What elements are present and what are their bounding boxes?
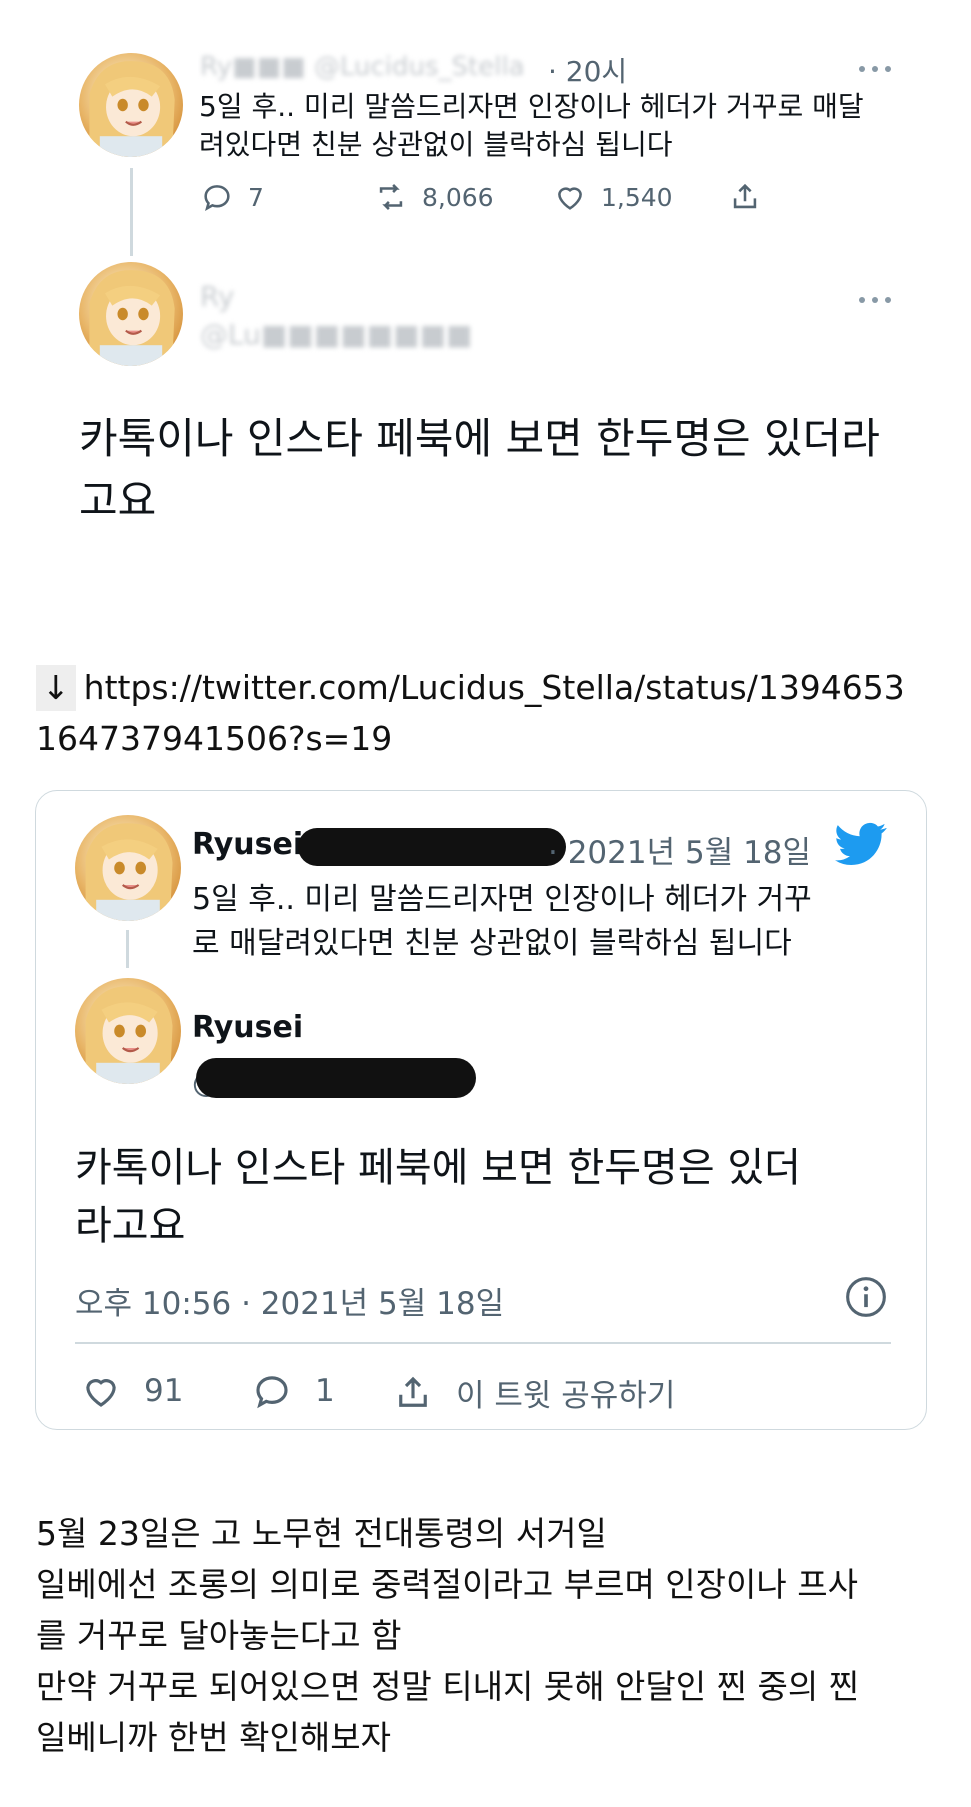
tweet-text-line: 카톡이나 인스타 페북에 보면 한두명은 있더 [75, 1145, 801, 1191]
share-label: 이 트윗 공유하기 [456, 1378, 676, 1414]
tweet-link[interactable]: ↓ https://twitter.com/Lucidus_Stella/stat… [36, 665, 905, 711]
tweet-text-line: 5일 후.. 미리 말씀드리자면 인장이나 헤더가 거꾸로 매달 [199, 90, 864, 123]
author-name[interactable]: Ryusei [192, 827, 303, 862]
retweet-button[interactable]: 8,066 [374, 180, 494, 214]
thread-connector [130, 168, 133, 256]
like-count: 1,540 [601, 182, 673, 212]
reply-button[interactable]: 1 [251, 1370, 335, 1412]
anime-avatar-image [85, 823, 173, 921]
redaction-mark [196, 1058, 476, 1098]
post-body-line: 5월 23일은 고 노무현 전대통령의 서거일 [36, 1514, 607, 1553]
reply-button[interactable]: 7 [200, 180, 264, 214]
tweet-text-line: 카톡이나 인스타 페북에 보면 한두명은 있더라 [79, 414, 880, 463]
retweet-icon [379, 184, 403, 210]
heart-icon [86, 1379, 116, 1407]
share-icon [733, 183, 757, 209]
anime-avatar-image [89, 61, 175, 157]
link-url-line[interactable]: 164737941506?s=19 [36, 716, 392, 762]
twitter-bird-icon[interactable] [832, 818, 890, 870]
tweet-text-line: 려있다면 친분 상관없이 블락하심 됩니다 [199, 128, 673, 161]
retweet-count: 8,066 [422, 182, 494, 212]
tweet-text-line: 5일 후.. 미리 말씀드리자면 인장이나 헤더가 거꾸 [192, 882, 812, 917]
tweet-timestamp[interactable]: 오후 10:56 · 2021년 5월 18일 [75, 1278, 504, 1323]
tweet-text-line: 고요 [79, 476, 157, 525]
post-body-line: 일베니까 한번 확인해보자 [36, 1718, 391, 1757]
blurred-author-name: Ry [200, 280, 235, 313]
info-icon[interactable] [844, 1275, 888, 1319]
tweet-time[interactable]: · 20시 [548, 50, 627, 90]
share-tweet-button[interactable]: 이 트윗 공유하기 [392, 1370, 675, 1415]
reply-count: 7 [248, 182, 264, 212]
reply-icon [256, 1376, 288, 1409]
avatar[interactable] [75, 815, 181, 921]
blurred-author: Ry■■■ @Lucidus_Stella [200, 52, 525, 82]
like-button[interactable]: 91 [80, 1370, 183, 1412]
tweet-date[interactable]: · 2021년 5월 18일 [548, 827, 811, 872]
heart-icon [558, 187, 582, 210]
anime-avatar-image [85, 986, 173, 1084]
post-body-line: 만약 거꾸로 되어있으면 정말 티내지 못해 안달인 찐 중의 찐 [36, 1667, 860, 1706]
share-button[interactable] [728, 180, 762, 214]
anime-avatar-image [89, 270, 175, 366]
divider [75, 1342, 891, 1344]
post-body-line: 일베에선 조롱의 의미로 중력절이라고 부르며 인장이나 프사 [36, 1565, 858, 1604]
down-arrow-icon: ↓ [36, 665, 76, 711]
like-button[interactable]: 1,540 [553, 180, 673, 214]
reply-icon [204, 185, 230, 211]
blurred-author-handle: @Lu■■■■■■■■ [200, 318, 473, 351]
post-body-line: 를 거꾸로 달아놓는다고 함 [36, 1616, 402, 1655]
author-name[interactable]: Ryusei [192, 1010, 303, 1045]
redaction-mark [298, 828, 566, 866]
more-options-icon[interactable] [859, 64, 891, 74]
thread-connector [126, 930, 129, 968]
avatar[interactable] [75, 978, 181, 1084]
avatar[interactable] [79, 53, 183, 157]
like-count: 91 [144, 1373, 184, 1409]
tweet-text-line: 로 매달려있다면 친분 상관없이 블락하심 됩니다 [192, 926, 792, 961]
reply-count: 1 [315, 1373, 335, 1409]
link-url-line: https://twitter.com/Lucidus_Stella/statu… [83, 668, 905, 707]
share-icon [399, 1376, 427, 1407]
avatar[interactable] [79, 262, 183, 366]
post-body: 5월 23일은 고 노무현 전대통령의 서거일 일베에선 조롱의 의미로 중력절… [36, 1508, 936, 1763]
tweet-text-line: 라고요 [75, 1203, 186, 1249]
more-options-icon[interactable] [859, 295, 891, 305]
